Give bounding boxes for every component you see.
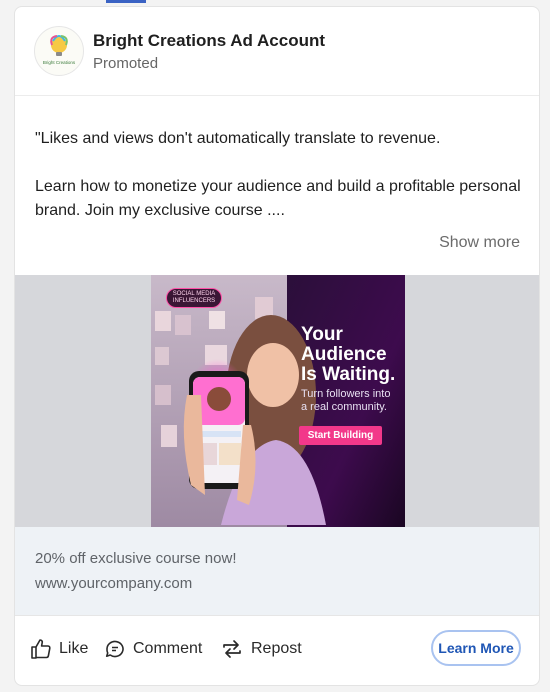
ad-headline-line: Is Waiting.: [301, 364, 396, 385]
repost-icon: [223, 640, 241, 658]
thumbs-up-icon: [31, 639, 51, 659]
lightbulb-logo-icon: Bright Creations: [43, 35, 76, 65]
link-preview[interactable]: 20% off exclusive course now! www.yourco…: [15, 527, 539, 616]
like-label: Like: [59, 640, 89, 657]
link-title: 20% off exclusive course now!: [35, 550, 237, 567]
post-text-line: Learn how to monetize your audience and …: [35, 178, 521, 219]
post-body-text: "Likes and views don't automatically tra…: [35, 127, 525, 223]
repost-button[interactable]: Repost: [219, 636, 302, 662]
comment-label: Comment: [133, 640, 203, 657]
learn-more-button[interactable]: Learn More: [431, 630, 521, 666]
ad-creative-image[interactable]: SOCIAL MEDIA INFLUENCERS Your Audience I…: [151, 275, 405, 527]
top-accent-bar: [106, 0, 146, 3]
repost-label: Repost: [251, 640, 302, 657]
promoted-label: Promoted: [93, 55, 159, 72]
action-bar: Like Comment Repost Learn More: [15, 616, 539, 685]
comment-icon: [105, 640, 124, 658]
ad-media[interactable]: SOCIAL MEDIA INFLUENCERS Your Audience I…: [15, 275, 539, 527]
like-button[interactable]: Like: [29, 636, 88, 662]
post-text-line: "Likes and views don't automatically tra…: [35, 130, 441, 147]
comment-button[interactable]: Comment: [103, 636, 202, 662]
ad-headline-line: Audience: [301, 344, 387, 365]
avatar[interactable]: Bright Creations: [34, 26, 84, 76]
post-header: Bright Creations Bright Creations Ad Acc…: [15, 7, 539, 96]
ad-subtext: Turn followers into a real community.: [301, 388, 391, 413]
sponsored-post-card: Bright Creations Bright Creations Ad Acc…: [14, 6, 540, 686]
avatar-logo-text: Bright Creations: [43, 60, 76, 65]
ad-headline: Your Audience Is Waiting.: [301, 325, 395, 385]
ad-badge: SOCIAL MEDIA INFLUENCERS: [166, 288, 222, 308]
ad-start-building-button: Start Building: [299, 426, 382, 445]
show-more-link[interactable]: Show more: [439, 234, 520, 252]
ad-headline-line: Your: [301, 324, 343, 345]
link-url: www.yourcompany.com: [35, 575, 193, 592]
account-name[interactable]: Bright Creations Ad Account: [93, 31, 325, 51]
